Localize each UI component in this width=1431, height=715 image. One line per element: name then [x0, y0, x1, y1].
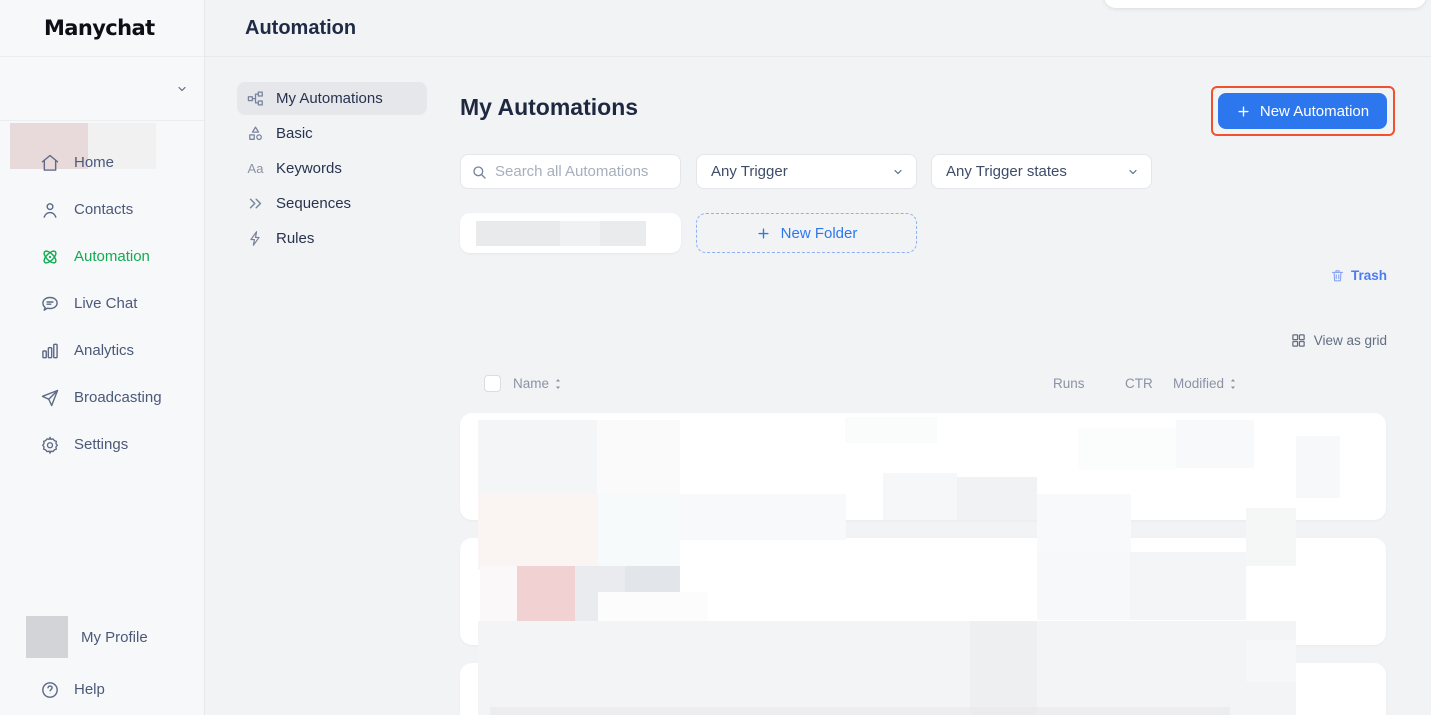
view-as-grid-label: View as grid: [1314, 333, 1387, 348]
view-as-grid-toggle[interactable]: View as grid: [1291, 333, 1387, 348]
subnav-item-label: Keywords: [276, 160, 342, 177]
subnav-item-label: Rules: [276, 230, 314, 247]
sidebar: Manychat Home Contacts: [0, 0, 205, 715]
sidebar-item-live-chat[interactable]: Live Chat: [0, 280, 204, 327]
column-label: Runs: [1053, 376, 1085, 391]
account-switcher[interactable]: [0, 57, 204, 121]
page-header: Automation: [205, 0, 1431, 57]
sort-icon: [553, 378, 563, 390]
trash-link[interactable]: Trash: [1330, 268, 1387, 283]
table-header: Name Runs CTR Modified: [460, 374, 1386, 394]
subnav-item-sequences[interactable]: Sequences: [237, 187, 427, 220]
column-label: Modified: [1173, 376, 1224, 391]
keywords-icon: Aa: [247, 161, 264, 176]
subnav-item-keywords[interactable]: Aa Keywords: [237, 152, 427, 185]
lightning-icon: [247, 230, 264, 247]
folder-name-blur: [600, 221, 646, 246]
subnav-item-rules[interactable]: Rules: [237, 222, 427, 255]
topright-panel-edge: [1104, 0, 1426, 8]
folder-name-blur: [560, 221, 600, 246]
sidebar-item-broadcasting[interactable]: Broadcasting: [0, 374, 204, 421]
subnav-item-label: Sequences: [276, 195, 351, 212]
column-label: Name: [513, 376, 549, 391]
help-icon: [40, 680, 60, 700]
column-label: CTR: [1125, 376, 1153, 391]
double-chevron-icon: [247, 195, 264, 212]
grid-icon: [1291, 333, 1306, 348]
sidebar-item-label: Broadcasting: [74, 389, 162, 406]
profile-avatar-blur: [26, 616, 68, 658]
search-box: [460, 154, 681, 189]
my-profile-label: My Profile: [81, 629, 148, 646]
shapes-icon: [247, 125, 264, 142]
folder-name-blur: [476, 221, 560, 246]
app-root: Manychat Home Contacts: [0, 0, 1431, 715]
chevron-down-icon: [892, 166, 904, 178]
chevron-down-icon[interactable]: [176, 83, 188, 95]
any-trigger-states-select[interactable]: Any Trigger states: [931, 154, 1152, 189]
folder-card[interactable]: [460, 213, 681, 253]
sidebar-item-contacts[interactable]: Contacts: [0, 186, 204, 233]
subnav-item-label: My Automations: [276, 90, 383, 107]
sidebar-item-help[interactable]: Help: [0, 666, 204, 713]
sidebar-item-automation[interactable]: Automation: [0, 233, 204, 280]
trash-label: Trash: [1351, 268, 1387, 283]
any-trigger-states-value: Any Trigger states: [946, 163, 1067, 180]
new-automation-label: New Automation: [1260, 103, 1369, 120]
new-folder-button[interactable]: New Folder: [696, 213, 917, 253]
automation-subnav: My Automations Basic Aa Keywords Sequenc…: [237, 82, 427, 257]
subnav-item-label: Basic: [276, 125, 313, 142]
sidebar-item-settings[interactable]: Settings: [0, 421, 204, 468]
help-label: Help: [74, 681, 105, 698]
page-title: Automation: [245, 17, 356, 40]
sidebar-item-label: Home: [74, 154, 114, 171]
content-title: My Automations: [460, 94, 638, 121]
sidebar-item-label: Live Chat: [74, 295, 137, 312]
sidebar-nav: Home Contacts Automation Live Chat: [0, 121, 204, 468]
live-chat-icon: [40, 294, 60, 314]
plus-icon: [756, 226, 771, 241]
automation-row-card[interactable]: [460, 413, 1386, 520]
column-header-ctr: CTR: [1125, 376, 1153, 391]
analytics-icon: [40, 341, 60, 361]
automation-row-card[interactable]: [460, 538, 1386, 645]
search-input[interactable]: [495, 163, 670, 180]
home-icon: [40, 153, 60, 173]
flow-icon: [247, 90, 264, 107]
any-trigger-value: Any Trigger: [711, 163, 788, 180]
sidebar-item-label: Settings: [74, 436, 128, 453]
automation-row-card[interactable]: [460, 663, 1386, 715]
sidebar-item-label: Automation: [74, 248, 150, 265]
column-header-name[interactable]: Name: [513, 376, 563, 391]
sidebar-item-analytics[interactable]: Analytics: [0, 327, 204, 374]
contacts-icon: [40, 200, 60, 220]
select-all-checkbox[interactable]: [484, 375, 501, 392]
plus-icon: [1236, 104, 1251, 119]
automation-icon: [40, 247, 60, 267]
sort-icon: [1228, 378, 1238, 390]
sidebar-item-label: Analytics: [74, 342, 134, 359]
sidebar-item-home[interactable]: Home: [0, 139, 204, 186]
new-automation-button[interactable]: New Automation: [1218, 93, 1387, 129]
broadcasting-icon: [40, 388, 60, 408]
logo-row: Manychat: [0, 0, 204, 57]
sidebar-item-label: Contacts: [74, 201, 133, 218]
chevron-down-icon: [1127, 166, 1139, 178]
manychat-logo: Manychat: [44, 16, 155, 40]
any-trigger-select[interactable]: Any Trigger: [696, 154, 917, 189]
trash-icon: [1330, 268, 1345, 283]
subnav-item-my-automations[interactable]: My Automations: [237, 82, 427, 115]
column-header-modified[interactable]: Modified: [1173, 376, 1238, 391]
new-folder-label: New Folder: [781, 225, 858, 242]
column-header-runs: Runs: [1053, 376, 1085, 391]
settings-icon: [40, 435, 60, 455]
search-icon: [471, 164, 487, 180]
subnav-item-basic[interactable]: Basic: [237, 117, 427, 150]
sidebar-item-my-profile[interactable]: My Profile: [0, 613, 204, 661]
